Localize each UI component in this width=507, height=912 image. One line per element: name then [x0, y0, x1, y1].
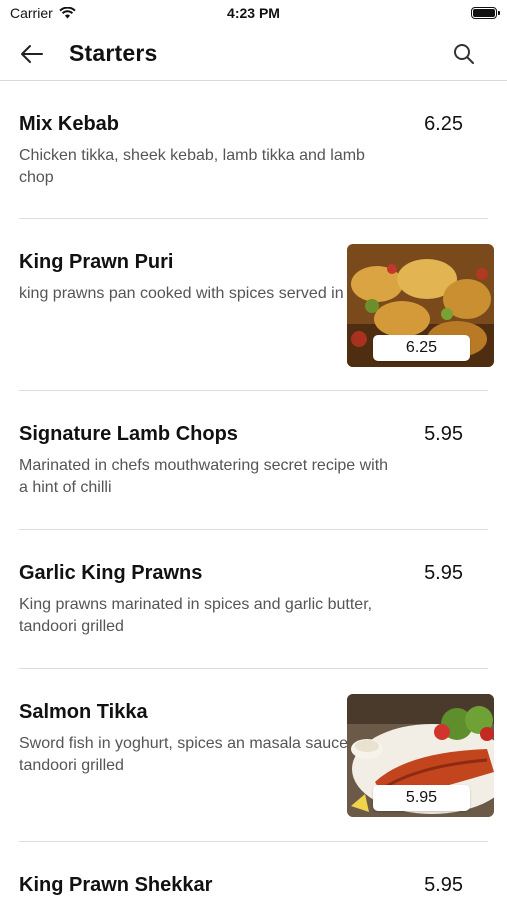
item-description: King prawns marinated in spices and garl… — [19, 596, 373, 635]
item-description: king prawns pan cooked with spices serve… — [19, 285, 389, 302]
menu-item-signature-lamb-chops[interactable]: Signature Lamb Chops Marinated in chefs … — [19, 391, 488, 530]
king-prawn-puri-photo: 6.25 — [347, 244, 494, 367]
menu-item-salmon-tikka[interactable]: Salmon Tikka Sword fish in yoghurt, spic… — [19, 669, 494, 842]
menu-item-king-prawn-shekkar[interactable]: King Prawn Shekkar 5.95 — [19, 842, 488, 912]
item-description: Marinated in chefs mouthwatering secret … — [19, 457, 389, 496]
menu-item-garlic-king-prawns[interactable]: Garlic King Prawns King prawns marinated… — [19, 530, 488, 669]
status-bar: Carrier 4:23 PM — [0, 0, 507, 28]
menu-item-mix-kebab[interactable]: Mix Kebab Chicken tikka, sheek kebab, la… — [19, 81, 488, 219]
item-name: Garlic King Prawns — [19, 562, 203, 584]
item-description: Chicken tikka, sheek kebab, lamb tikka a… — [19, 147, 365, 186]
item-name: King Prawn Shekkar — [19, 874, 213, 896]
item-name: Signature Lamb Chops — [19, 423, 238, 445]
item-price: 5.95 — [424, 874, 463, 896]
item-price: 5.95 — [424, 423, 463, 445]
battery-icon — [471, 7, 500, 19]
page-title: Starters — [69, 40, 158, 66]
menu-item-king-prawn-puri[interactable]: King Prawn Puri king prawns pan cooked w… — [19, 219, 494, 391]
item-description: Sword fish in yoghurt, spices an masala … — [19, 735, 384, 774]
photo-price-tag: 5.95 — [373, 785, 470, 811]
item-price: 5.95 — [424, 562, 463, 584]
salmon-tikka-photo: 5.95 — [347, 694, 494, 817]
back-arrow-icon — [21, 45, 43, 63]
item-price: 6.25 — [424, 113, 463, 135]
search-button[interactable] — [449, 40, 479, 68]
item-name: Mix Kebab — [19, 113, 120, 135]
photo-price-tag: 6.25 — [373, 335, 470, 361]
search-icon — [454, 44, 474, 64]
navigation-bar: Starters — [0, 28, 507, 81]
clock: 4:23 PM — [227, 5, 280, 21]
item-name: King Prawn Puri — [19, 251, 174, 273]
item-name: Salmon Tikka — [19, 701, 148, 723]
menu-list: Mix Kebab Chicken tikka, sheek kebab, la… — [0, 81, 507, 912]
back-button[interactable] — [16, 40, 48, 68]
